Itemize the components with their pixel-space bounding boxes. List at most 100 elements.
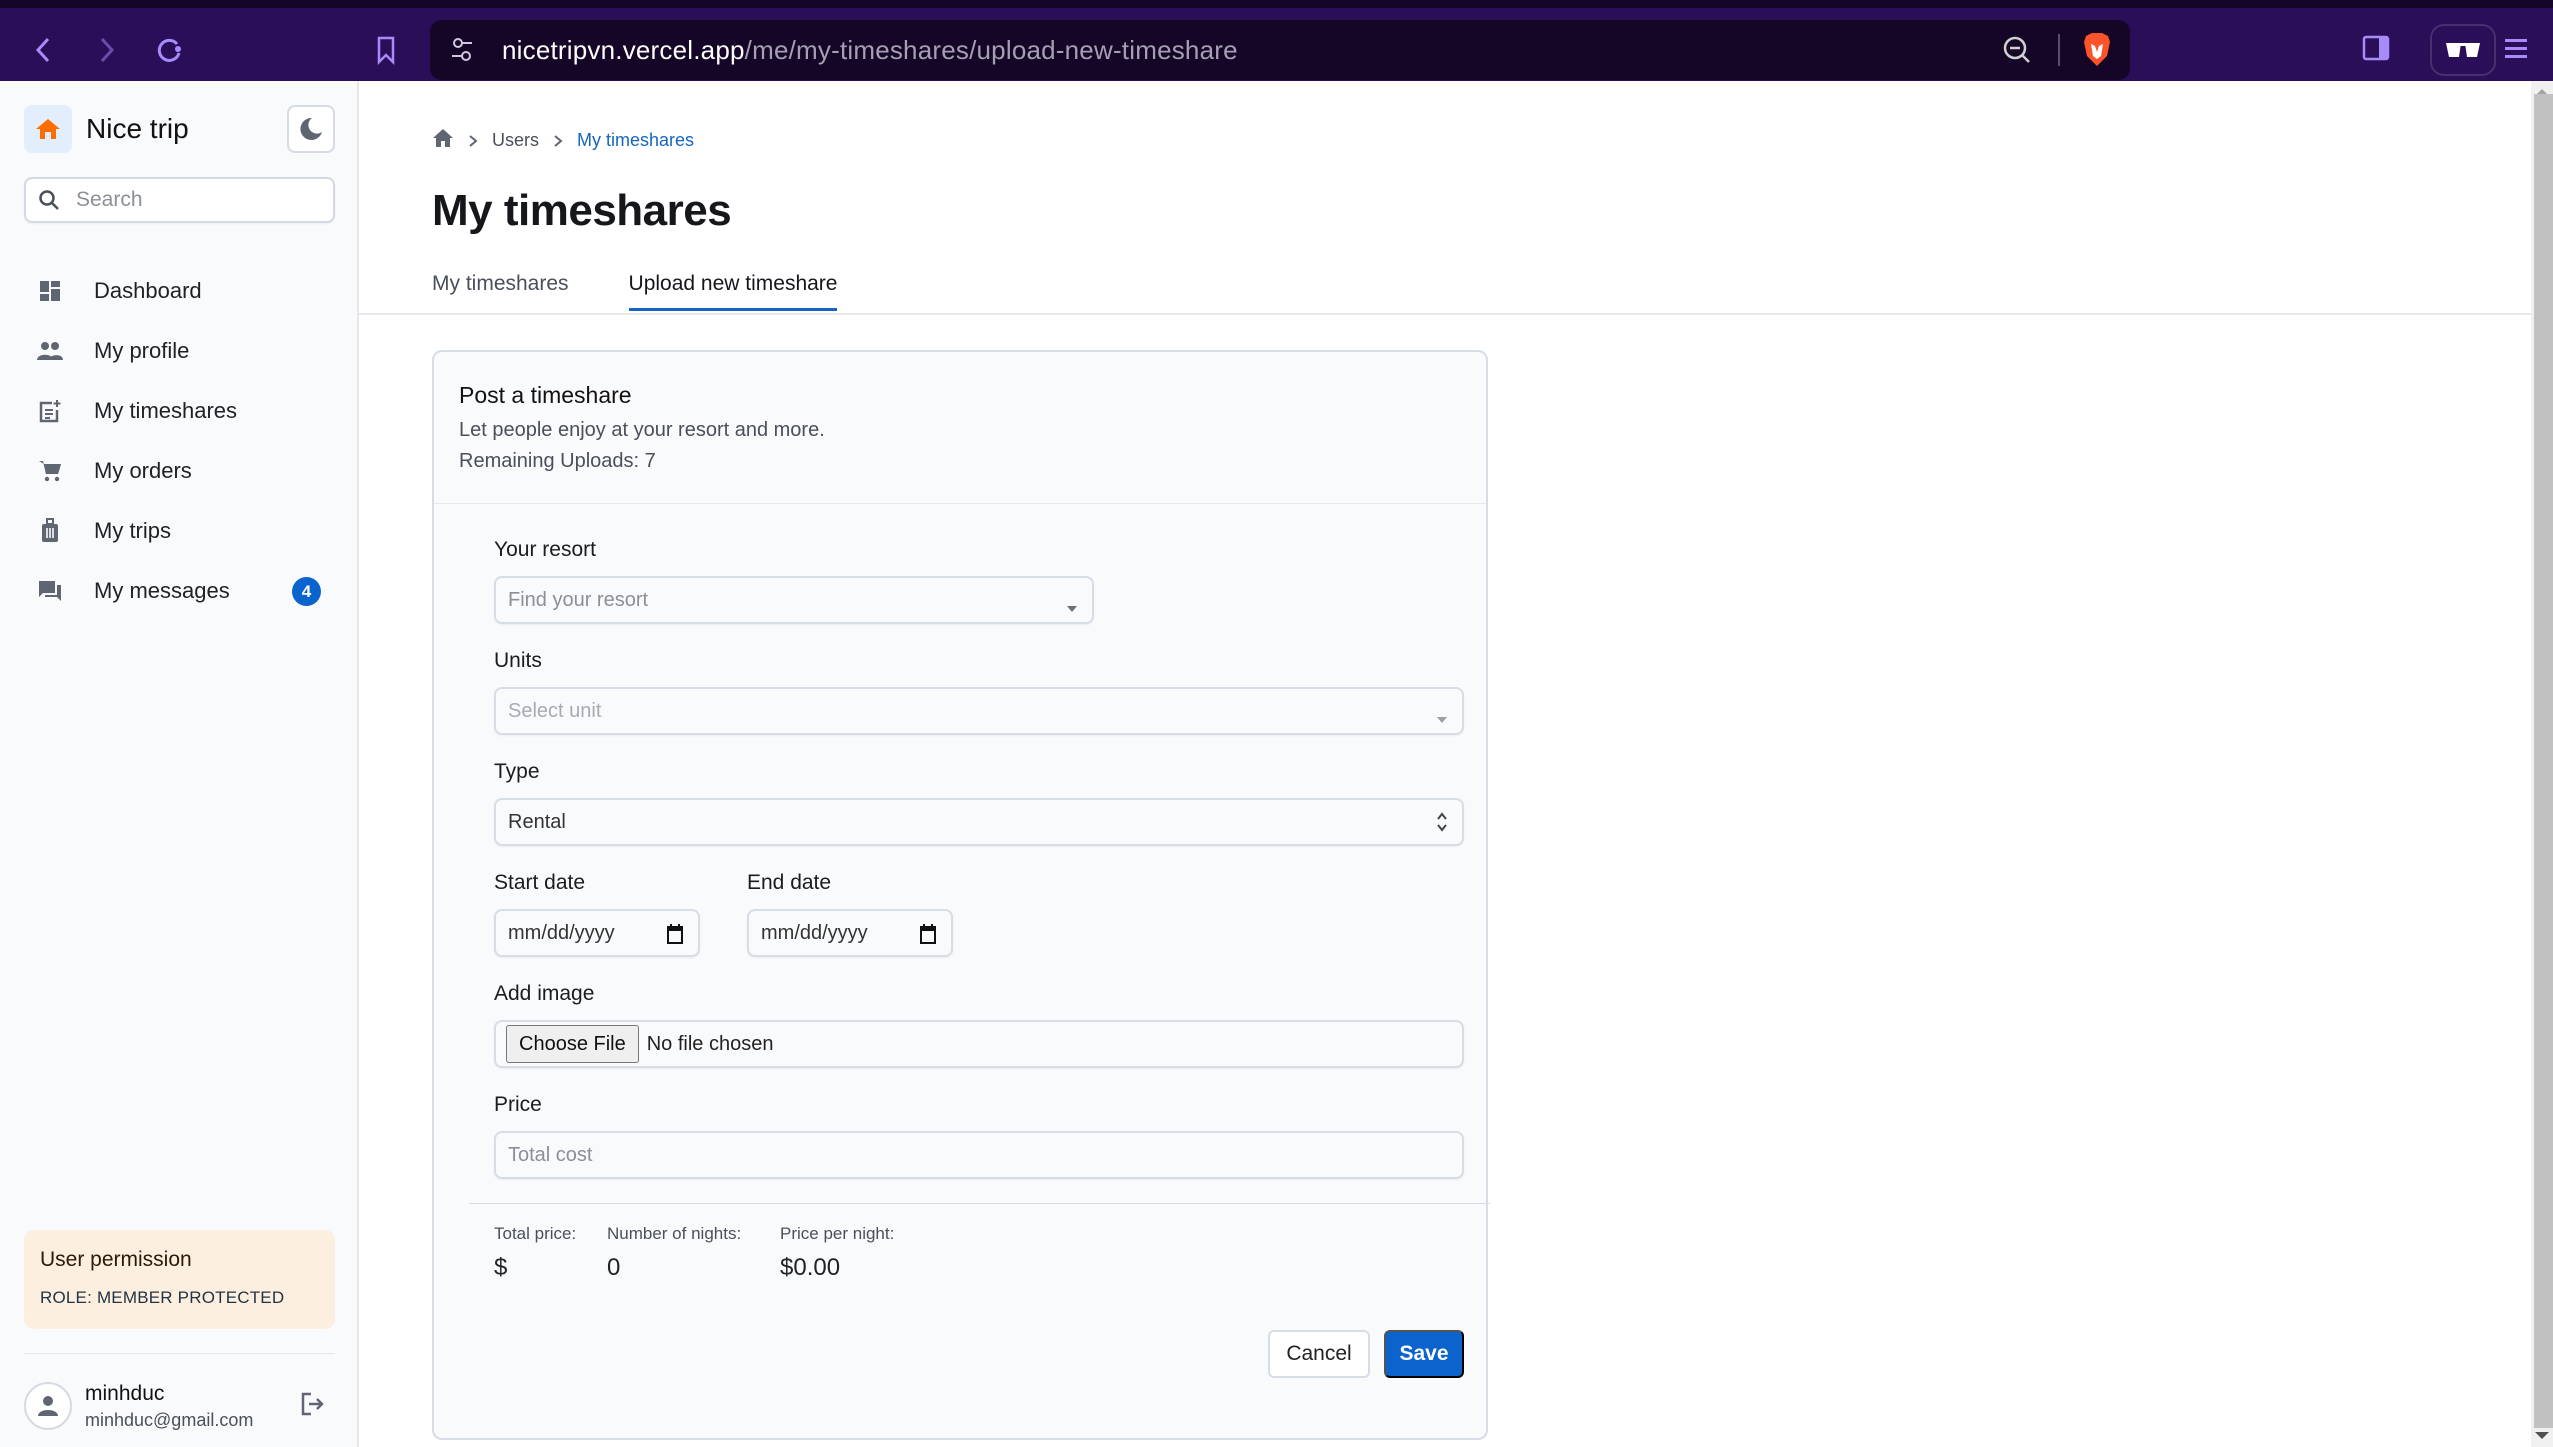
file-status: No file chosen (646, 1032, 774, 1055)
sidebar-item-dashboard[interactable]: Dashboard (24, 261, 335, 321)
brave-shield-icon[interactable] (2082, 32, 2112, 73)
search-field[interactable] (24, 177, 335, 223)
price-per-night-summary: Price per night: $0.00 (780, 1224, 894, 1282)
bookmark-button[interactable] (366, 30, 406, 70)
resort-autocomplete[interactable] (494, 576, 1094, 624)
end-date-input[interactable]: mm/dd/yyyy (747, 909, 953, 957)
price-field[interactable] (494, 1131, 1464, 1179)
units-placeholder: Select unit (508, 699, 602, 722)
calendar-icon[interactable] (919, 923, 937, 951)
type-select[interactable]: Rental (494, 798, 1464, 846)
search-input[interactable] (76, 188, 316, 212)
nights-summary: Number of nights: 0 (607, 1224, 741, 1282)
site-settings-icon[interactable] (450, 36, 474, 69)
price-per-night-value: $0.00 (780, 1254, 841, 1281)
breadcrumb-users[interactable]: Users (492, 130, 539, 151)
add-image-label: Add image (494, 982, 595, 1005)
search-icon (39, 190, 59, 210)
permission-title: User permission (40, 1248, 192, 1271)
tabs-divider (359, 313, 2531, 315)
url-separator (2058, 34, 2060, 66)
resort-label: Your resort (494, 538, 596, 561)
price-label: Price (494, 1093, 542, 1116)
unread-badge: 4 (292, 577, 321, 606)
price-input[interactable] (508, 1143, 1462, 1167)
brand[interactable]: Nice trip (24, 105, 189, 153)
people-icon (36, 337, 64, 365)
theme-toggle-button[interactable] (287, 105, 335, 153)
start-date-input[interactable]: mm/dd/yyyy (494, 909, 700, 957)
user-permission-box: User permission ROLE: MEMBER PROTECTED (24, 1230, 335, 1329)
card-title: Post a timeshare (459, 382, 632, 408)
menu-icon[interactable] (2503, 36, 2529, 65)
sidebar-item-label: My profile (94, 338, 190, 363)
url-text[interactable]: nicetripvn.vercel.app/me/my-timeshares/u… (502, 35, 1238, 66)
nights-value: 0 (607, 1254, 621, 1281)
chevron-right-icon (468, 134, 478, 148)
sidebar-item-my-timeshares[interactable]: My timeshares (24, 381, 335, 441)
nights-label: Number of nights: (607, 1224, 742, 1243)
breadcrumb-home[interactable] (432, 128, 454, 153)
resort-input[interactable] (508, 588, 1092, 612)
scroll-down-icon[interactable] (2535, 1432, 2549, 1439)
avatar[interactable] (24, 1382, 72, 1430)
forward-icon (100, 37, 115, 63)
reload-button[interactable] (150, 30, 190, 70)
choose-file-button[interactable]: Choose File (506, 1025, 639, 1063)
save-button[interactable]: Save (1384, 1330, 1464, 1378)
user-email: minhduc@gmail.com (85, 1409, 254, 1430)
end-date-placeholder: mm/dd/yyyy (761, 921, 868, 944)
sidebar-icon[interactable] (2362, 34, 2390, 67)
forward-button[interactable] (86, 30, 126, 70)
sidebar-item-label: My messages (94, 578, 230, 603)
summary-divider (469, 1203, 1490, 1204)
reader-mode-icon (2446, 43, 2480, 57)
sidebar-item-my-messages[interactable]: My messages 4 (24, 561, 335, 621)
person-icon (38, 1396, 58, 1416)
total-price-value: $ (494, 1254, 508, 1281)
logout-icon[interactable] (299, 1391, 325, 1422)
breadcrumb: Users My timeshares (432, 128, 694, 153)
page-scrollbar[interactable] (2531, 81, 2553, 1447)
calendar-icon[interactable] (666, 923, 684, 951)
page-title: My timeshares (432, 186, 732, 235)
home-icon (36, 119, 60, 139)
scroll-thumb[interactable] (2534, 94, 2553, 1428)
brand-name: Nice trip (86, 113, 189, 144)
tab-my-timeshares[interactable]: My timeshares (432, 272, 569, 311)
tab-upload-new-timeshare[interactable]: Upload new timeshare (628, 272, 838, 311)
divider (24, 1353, 335, 1354)
back-button[interactable] (24, 30, 64, 70)
caret-down-icon[interactable] (1066, 596, 1078, 619)
url-host: nicetripvn.vercel.app (502, 35, 745, 65)
sidebar-item-label: My trips (94, 518, 171, 543)
sidebar-item-my-profile[interactable]: My profile (24, 321, 335, 381)
browser-toolbar: nicetripvn.vercel.app/me/my-timeshares/u… (0, 0, 2553, 81)
start-date-label: Start date (494, 871, 586, 894)
url-path: /me/my-timeshares/upload-new-timeshare (744, 35, 1238, 65)
sidebar-item-my-orders[interactable]: My orders (24, 441, 335, 501)
tabs: My timeshares Upload new timeshare (432, 272, 897, 311)
zoom-out-icon[interactable] (2002, 35, 2032, 70)
start-date-placeholder: mm/dd/yyyy (508, 921, 615, 944)
post-add-icon (36, 397, 64, 425)
user-name: minhduc (85, 1381, 165, 1405)
reload-icon (157, 38, 181, 62)
reader-mode-button[interactable] (2430, 24, 2496, 76)
card-subtitle: Let people enjoy at your resort and more… (459, 419, 825, 441)
image-file-input[interactable]: Choose File No file chosen (494, 1020, 1464, 1068)
breadcrumb-my-timeshares[interactable]: My timeshares (577, 130, 694, 151)
units-select[interactable]: Select unit (494, 687, 1464, 735)
address-bar[interactable]: nicetripvn.vercel.app/me/my-timeshares/u… (430, 20, 2130, 80)
sidebar-item-my-trips[interactable]: My trips (24, 501, 335, 561)
post-timeshare-card: Post a timeshare Let people enjoy at you… (432, 350, 1490, 1440)
end-date-label: End date (747, 871, 832, 894)
remaining-uploads: Remaining Uploads: 7 (459, 450, 656, 472)
permission-role: ROLE: MEMBER PROTECTED (40, 1288, 285, 1307)
type-label: Type (494, 760, 540, 783)
type-value: Rental (508, 810, 566, 833)
units-label: Units (494, 649, 542, 672)
caret-down-icon[interactable] (1436, 707, 1448, 730)
cancel-button[interactable]: Cancel (1268, 1330, 1370, 1378)
card-header: Post a timeshare Let people enjoy at you… (434, 352, 1486, 504)
